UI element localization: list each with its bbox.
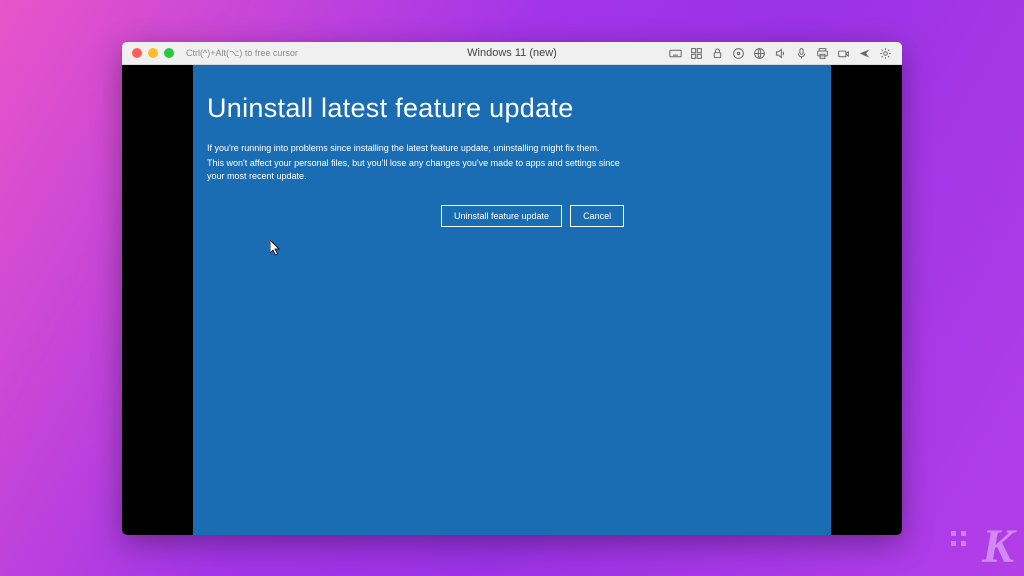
mouse-cursor-icon	[270, 240, 282, 257]
printer-icon[interactable]	[815, 46, 829, 60]
page-title: Uninstall latest feature update	[207, 93, 817, 124]
description-line-1: If you're running into problems since in…	[207, 142, 627, 155]
vm-window: Ctrl(^)+Alt(⌥) to free cursor Windows 11…	[122, 42, 902, 535]
keyboard-icon[interactable]	[668, 46, 682, 60]
lock-icon[interactable]	[710, 46, 724, 60]
description-line-2: This won't affect your personal files, b…	[207, 157, 627, 183]
speaker-icon[interactable]	[773, 46, 787, 60]
close-window-icon[interactable]	[132, 48, 142, 58]
traffic-lights	[132, 48, 174, 58]
page-description: If you're running into problems since in…	[207, 142, 627, 183]
window-title: Windows 11 (new)	[467, 47, 557, 59]
titlebar: Ctrl(^)+Alt(⌥) to free cursor Windows 11…	[122, 42, 902, 65]
button-row: Uninstall feature update Cancel	[441, 205, 817, 227]
watermark-dots	[951, 531, 966, 546]
minimize-window-icon[interactable]	[148, 48, 158, 58]
cursor-release-hint: Ctrl(^)+Alt(⌥) to free cursor	[186, 48, 298, 59]
watermark-logo: K	[982, 519, 1012, 574]
boxes-icon[interactable]	[689, 46, 703, 60]
fullscreen-window-icon[interactable]	[164, 48, 174, 58]
uninstall-feature-update-button[interactable]: Uninstall feature update	[441, 205, 562, 227]
gear-icon[interactable]	[878, 46, 892, 60]
guest-screen[interactable]: Uninstall latest feature update If you'r…	[193, 65, 831, 535]
titlebar-toolbar	[668, 46, 892, 60]
send-icon[interactable]	[857, 46, 871, 60]
microphone-icon[interactable]	[794, 46, 808, 60]
cancel-button[interactable]: Cancel	[570, 205, 624, 227]
globe-icon[interactable]	[752, 46, 766, 60]
camera-icon[interactable]	[836, 46, 850, 60]
vm-viewport: Uninstall latest feature update If you'r…	[122, 65, 902, 535]
disc-icon[interactable]	[731, 46, 745, 60]
